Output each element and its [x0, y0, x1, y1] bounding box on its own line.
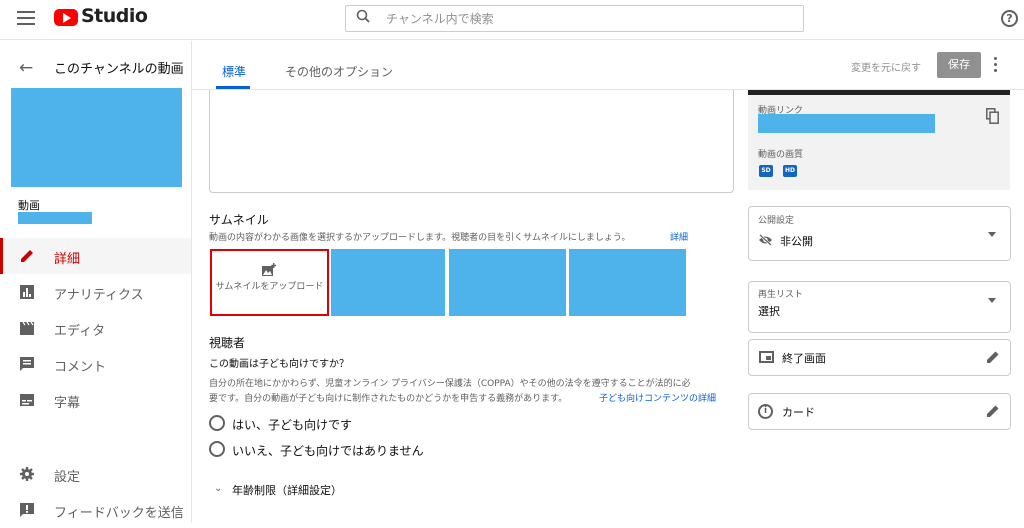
dropdown-arrow-icon [988, 232, 996, 237]
video-preview[interactable] [11, 88, 182, 187]
visibility-value: 非公開 [780, 235, 813, 248]
radio-made-for-kids-label[interactable]: はい、子ども向けです [232, 416, 352, 433]
tab-standard[interactable]: 標準 [222, 63, 246, 80]
thumbnail-option[interactable] [449, 249, 566, 316]
edit-pencil-icon[interactable] [986, 404, 1000, 418]
back-to-channel-videos-link[interactable]: このチャンネルの動画 [54, 58, 184, 77]
sidebar-item-details[interactable]: 詳細 [0, 238, 191, 274]
gear-icon [20, 467, 34, 481]
cards-label: カード [782, 406, 815, 419]
sidebar-item-settings[interactable]: 設定 [0, 456, 191, 492]
age-restriction-toggle[interactable]: 年齢制限（詳細設定） [232, 482, 342, 498]
sidebar-item-subtitles[interactable]: 字幕 [0, 382, 191, 418]
sidebar-item-analytics[interactable]: アナリティクス [0, 274, 191, 310]
thumbnail-detail-link[interactable]: 詳細 [670, 230, 688, 243]
copy-icon[interactable] [986, 108, 999, 124]
sidebar-item-comments[interactable]: コメント [0, 346, 191, 382]
audience-question: この動画は子ども向けですか？ [209, 359, 349, 370]
youtube-logo-icon[interactable] [54, 9, 78, 26]
thumbnail-description: 動画の内容がわかる画像を選択するかアップロードします。視聴者の目を引くサムネイル… [209, 233, 631, 243]
end-screen-icon [759, 351, 774, 363]
edit-pencil-icon[interactable] [986, 350, 1000, 364]
sidebar-item-label: コメント [54, 360, 107, 375]
radio-not-made-for-kids[interactable] [209, 441, 225, 457]
video-player-edge[interactable] [748, 90, 1010, 95]
menu-icon[interactable] [17, 11, 35, 25]
search-icon [356, 9, 370, 23]
sidebar-item-label: 設定 [54, 470, 81, 485]
kids-content-detail-link[interactable]: 子ども向けコンテンツの詳細 [599, 391, 716, 404]
radio-made-for-kids[interactable] [209, 415, 225, 431]
save-button[interactable]: 保存 [937, 52, 981, 78]
analytics-icon [20, 285, 34, 299]
thumbnail-option[interactable] [569, 249, 686, 316]
hd-badge-icon: HD [783, 165, 797, 177]
feedback-icon [20, 503, 34, 517]
video-title-redacted [18, 212, 92, 224]
playlist-label: 再生リスト [758, 290, 804, 300]
sd-badge-icon: SD [759, 165, 773, 177]
visibility-label: 公開設定 [758, 216, 795, 226]
end-screen-label: 終了画面 [782, 352, 826, 365]
back-arrow-icon[interactable]: ← [19, 58, 33, 78]
info-icon: i [758, 404, 773, 419]
clapper-icon [20, 321, 34, 335]
undo-changes-button[interactable]: 変更を元に戻す [851, 59, 921, 74]
audience-section-title: 視聴者 [209, 336, 246, 350]
radio-not-made-for-kids-label[interactable]: いいえ、子ども向けではありません [232, 442, 424, 459]
tab-other-options[interactable]: その他のオプション [285, 63, 393, 80]
description-field[interactable] [209, 90, 734, 193]
dropdown-arrow-icon [988, 298, 996, 303]
video-quality-label: 動画の画質 [758, 150, 804, 160]
sidebar-item-label: エディタ [54, 324, 106, 339]
pencil-icon [21, 250, 33, 262]
comment-icon [20, 357, 34, 371]
audience-body-line2: 要です。自分の動画が子ども向けに制作されたものかどうかを申告する義務があります。 [209, 394, 568, 404]
playlist-value: 選択 [758, 305, 780, 318]
upload-thumbnail-label: サムネイルをアップロード [215, 282, 324, 292]
sidebar-item-label: 詳細 [54, 252, 81, 267]
sidebar-item-label: フィードバックを送信 [54, 506, 184, 521]
add-photo-icon [262, 263, 276, 276]
help-icon[interactable]: ? [1001, 10, 1018, 27]
visibility-off-icon [759, 234, 772, 246]
subtitles-icon [20, 394, 34, 406]
audience-body-line1: 自分の所在地にかかわらず、児童オンライン プライバシー保護法（COPPA）やその… [209, 379, 691, 389]
chevron-down-icon[interactable]: ⌄ [214, 483, 222, 494]
search-placeholder: チャンネル内で検索 [386, 12, 494, 26]
video-link-redacted[interactable] [758, 114, 935, 133]
studio-logo-text[interactable]: Studio [81, 5, 148, 27]
sidebar-item-editor[interactable]: エディタ [0, 310, 191, 346]
thumbnail-section-title: サムネイル [209, 213, 269, 227]
more-vert-icon[interactable] [994, 57, 998, 73]
thumbnail-option[interactable] [331, 249, 445, 316]
video-label: 動画 [18, 199, 40, 212]
sidebar-item-label: アナリティクス [54, 288, 144, 303]
sidebar-item-label: 字幕 [54, 396, 81, 411]
